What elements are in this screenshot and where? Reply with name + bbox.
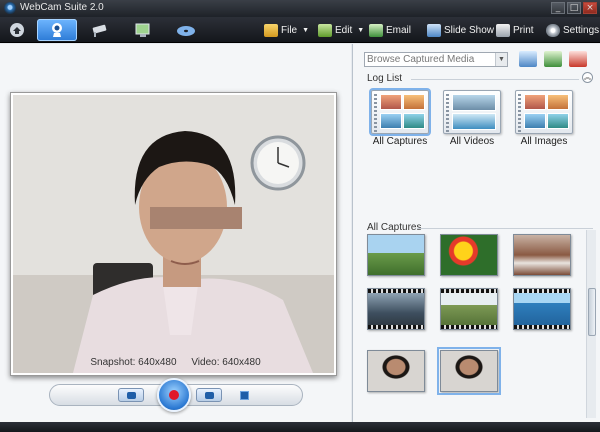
video-resolution: Video: 640x480 [191, 357, 261, 368]
add-media-icon[interactable] [544, 51, 562, 67]
close-button[interactable]: × [583, 2, 597, 14]
media-browser-panel: Browse Captured Media ▼ Log List ︽ All C… [352, 44, 600, 422]
burst-snapshot-button[interactable] [196, 388, 222, 402]
media-disc-icon [177, 26, 195, 36]
divider [411, 79, 579, 80]
browse-media-select[interactable]: Browse Captured Media ▼ [364, 52, 508, 67]
capture-controls [49, 378, 303, 412]
album-thumbnail [371, 90, 429, 134]
edit-icon [318, 23, 332, 37]
capture-thumbnail[interactable] [437, 347, 501, 395]
capture-thumbnail[interactable] [513, 234, 571, 276]
resolution-info: Snapshot: 640x480 Video: 640x480 [0, 357, 351, 368]
folder-icon [264, 23, 278, 37]
divider [417, 228, 593, 229]
webcam-live-image [13, 95, 334, 373]
album-thumbnail [443, 90, 501, 134]
snapshot-resolution: Snapshot: 640x480 [90, 357, 177, 368]
webcam-icon [52, 23, 62, 37]
media-tab[interactable] [166, 19, 206, 41]
home-tab[interactable] [4, 19, 30, 41]
security-camera-icon [92, 24, 107, 37]
video-chat-icon [135, 23, 150, 37]
print-button[interactable]: Print [496, 22, 534, 38]
delete-media-icon[interactable] [569, 51, 587, 67]
edit-menu[interactable]: Edit ▼ [318, 22, 364, 38]
snapshot-button[interactable] [118, 388, 144, 402]
capture-thumbnail[interactable] [440, 234, 498, 276]
captures-title: All Captures [367, 222, 422, 233]
status-bar [0, 422, 600, 432]
camera-icon [127, 392, 136, 399]
chevron-down-icon: ▼ [357, 26, 365, 34]
capture-thumbnail[interactable] [367, 350, 425, 392]
album-thumbnail [515, 90, 573, 134]
window-title: WebCam Suite 2.0 [20, 2, 104, 13]
log-list-title: Log List [367, 73, 403, 84]
record-button[interactable] [157, 378, 191, 412]
slideshow-button[interactable]: Slide Show [427, 22, 494, 38]
file-menu[interactable]: File ▼ [264, 22, 309, 38]
app-logo-icon [4, 2, 16, 14]
minimize-button[interactable]: _ [551, 2, 565, 14]
main-toolbar: File ▼ Edit ▼ Email Slide Show Print Setti… [0, 17, 600, 43]
gear-icon [546, 23, 560, 37]
chevron-down-icon: ▼ [302, 26, 310, 34]
open-album-icon[interactable] [519, 51, 537, 67]
maximize-button[interactable]: □ [567, 2, 581, 14]
stop-icon[interactable] [240, 391, 249, 400]
preview-panel: Snapshot: 640x480 Video: 640x480 [0, 44, 351, 422]
video-chat-tab[interactable] [123, 19, 163, 41]
log-all-images[interactable]: All Images [511, 90, 577, 147]
webcam-preview [10, 92, 337, 376]
camera-icon [205, 392, 214, 399]
record-icon [169, 390, 179, 400]
security-camera-tab[interactable] [80, 19, 120, 41]
chevron-down-icon: ▼ [495, 53, 507, 66]
capture-thumbnail[interactable] [513, 288, 571, 330]
printer-icon [496, 23, 510, 37]
captures-scrollbar[interactable] [586, 230, 596, 418]
title-bar: WebCam Suite 2.0 _ □ × [0, 0, 600, 17]
slideshow-icon [427, 23, 441, 37]
scrollbar-thumb[interactable] [588, 288, 596, 336]
log-all-captures[interactable]: All Captures [367, 90, 433, 147]
email-icon [369, 23, 383, 37]
webcam-tab[interactable] [37, 19, 77, 41]
capture-thumbnail[interactable] [367, 288, 425, 330]
capture-thumbnail[interactable] [440, 288, 498, 330]
capture-thumbnail[interactable] [367, 234, 425, 276]
email-button[interactable]: Email [369, 22, 411, 38]
home-icon [10, 23, 24, 37]
log-all-videos[interactable]: All Videos [439, 90, 505, 147]
collapse-icon[interactable]: ︽ [582, 72, 593, 83]
settings-button[interactable]: Settings [546, 22, 599, 38]
